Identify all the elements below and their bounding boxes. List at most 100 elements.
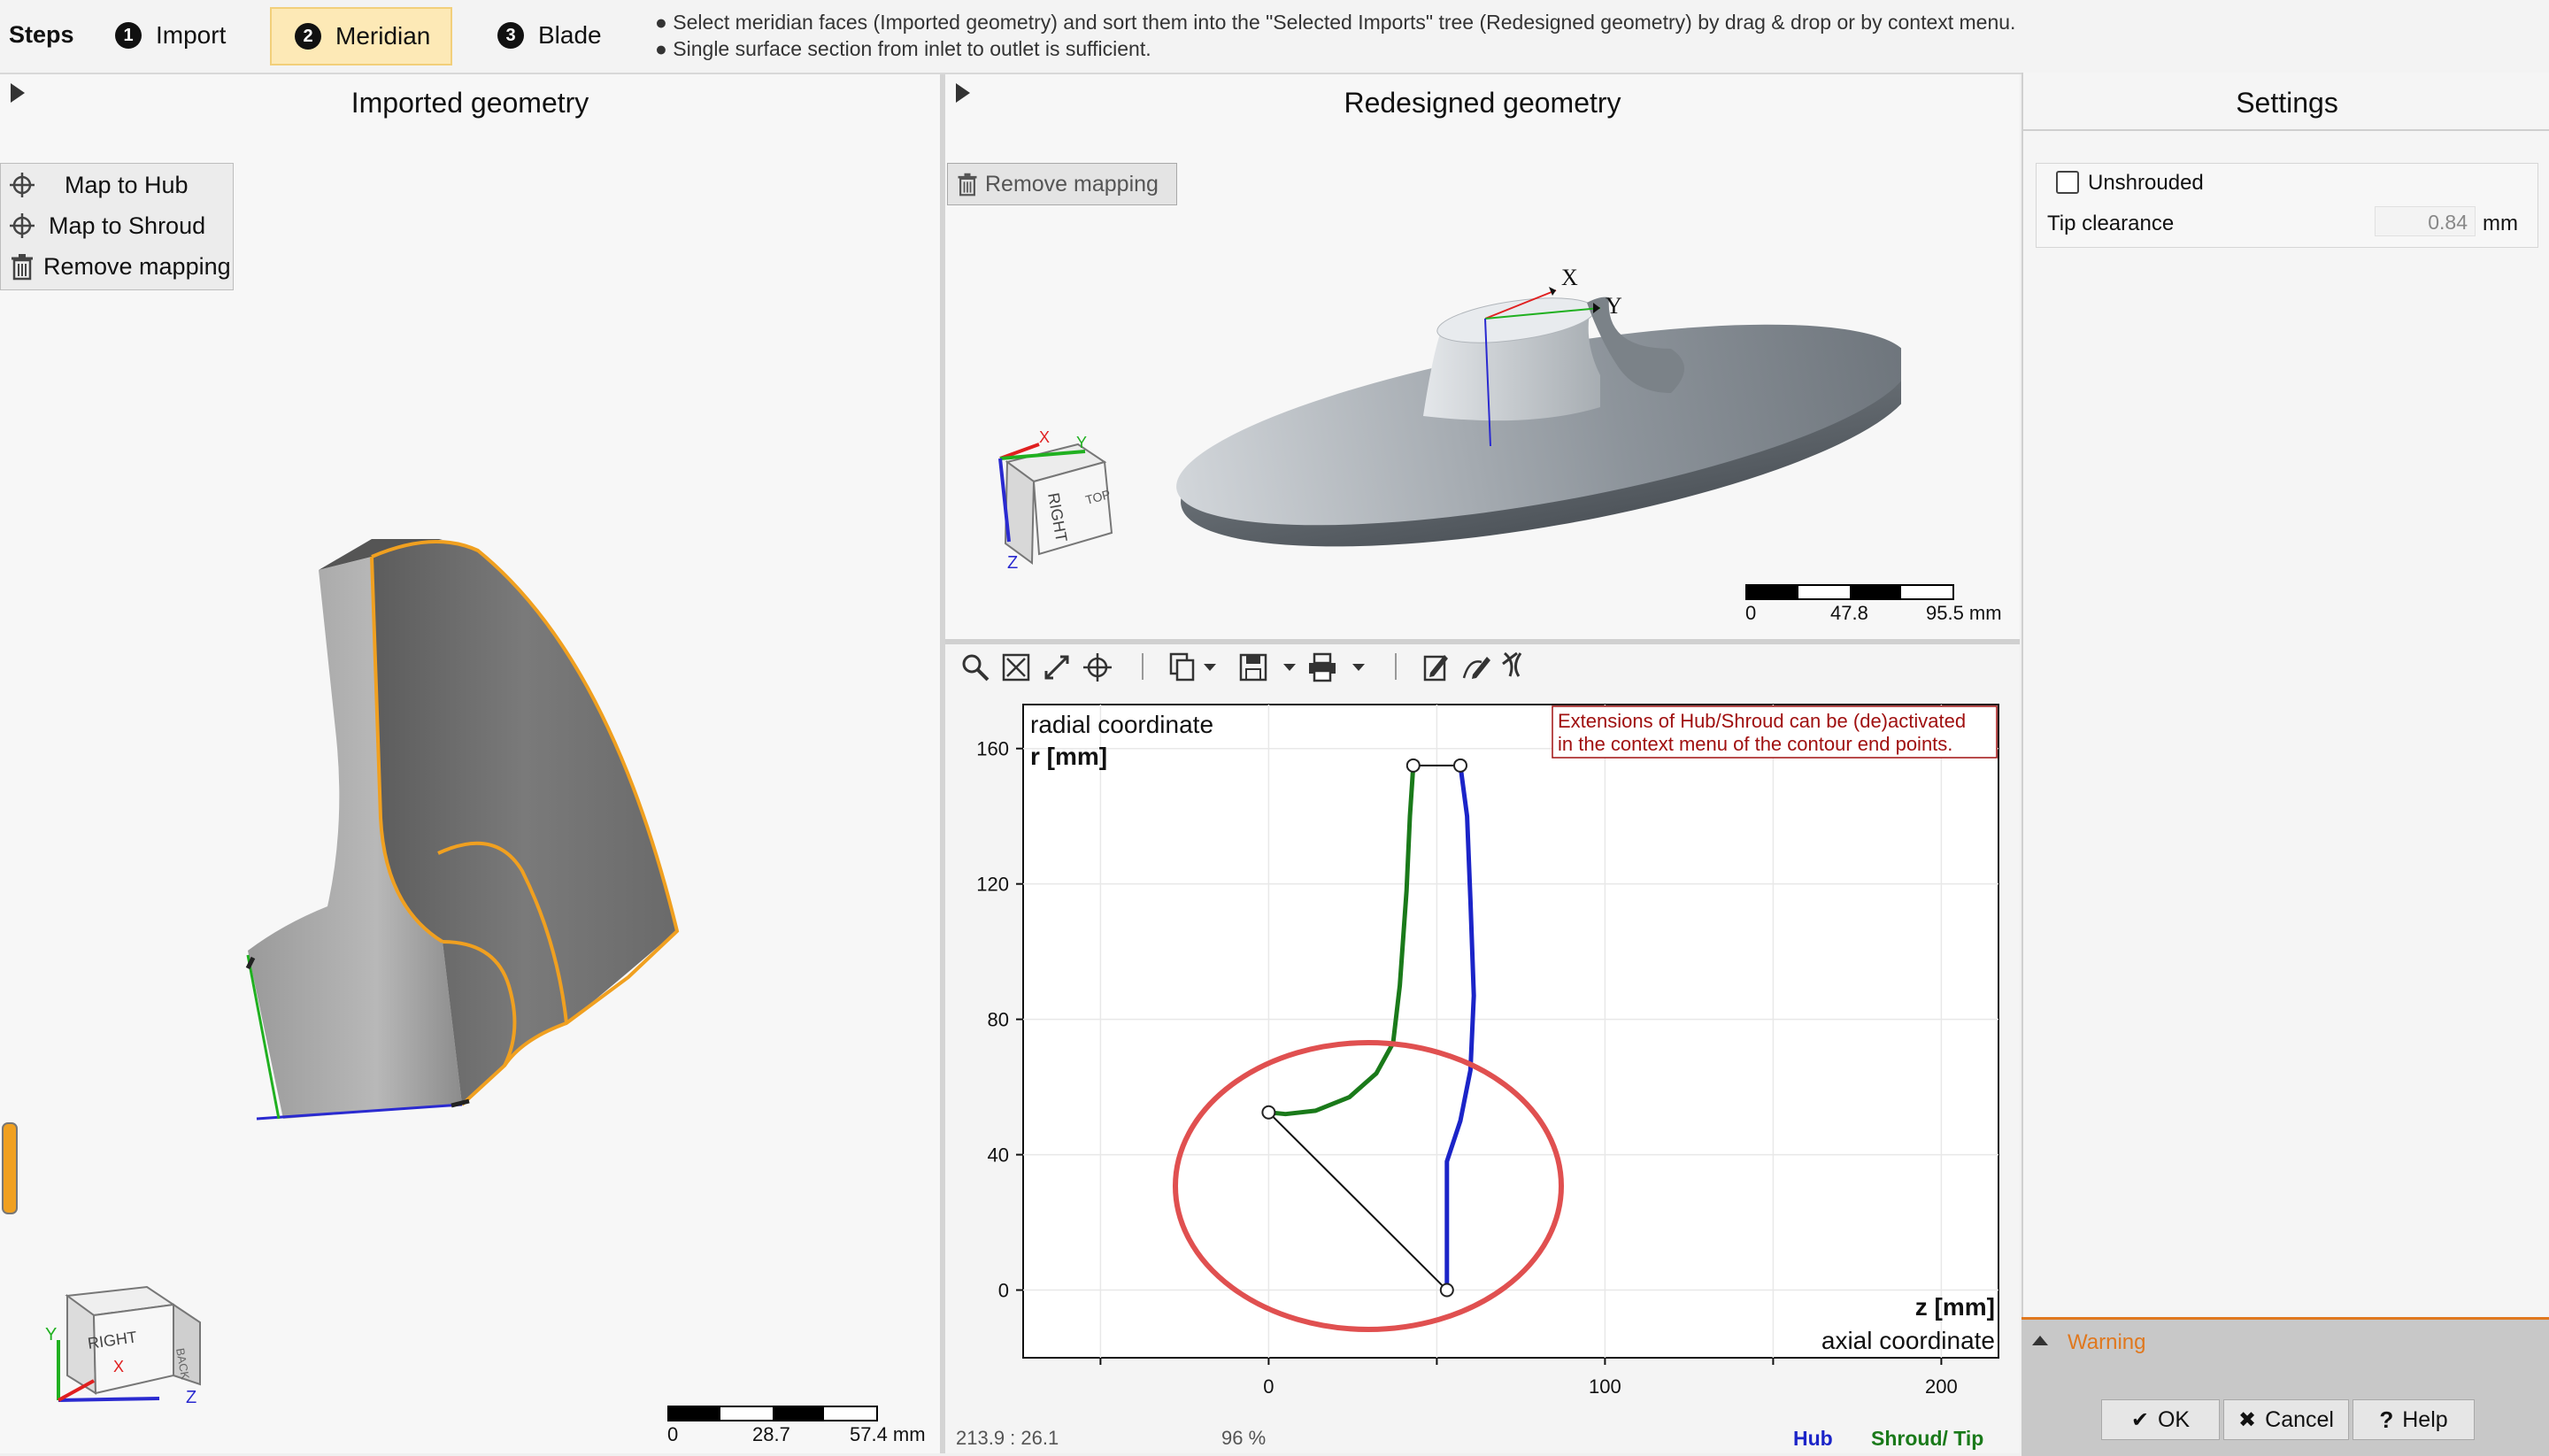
chevron-down-icon[interactable] (1283, 664, 1296, 671)
crosshair-icon (10, 173, 35, 197)
menu-item-label: Remove mapping (43, 252, 231, 280)
tick-label-y: 120 (976, 874, 1009, 896)
help-button[interactable]: ? Help (2353, 1399, 2475, 1440)
scale-label: 28.7 (752, 1423, 790, 1445)
copy-icon[interactable] (1167, 651, 1198, 683)
chevron-down-icon[interactable] (1204, 664, 1216, 671)
instruction-line: ● Select meridian faces (Imported geomet… (655, 11, 2016, 34)
trash-icon (12, 254, 33, 281)
axis-label-z: Z (1007, 553, 1018, 573)
button-label: Help (2402, 1406, 2448, 1432)
tip-clearance-label: Tip clearance (2047, 212, 2175, 235)
footer-panel: Warning ✔ OK ✖ Cancel ? Help (2021, 1317, 2549, 1456)
edit-curve-icon[interactable] (1460, 651, 1492, 683)
remove-mapping-button[interactable]: Remove mapping (947, 163, 1177, 205)
scale-bar (667, 1406, 878, 1421)
step-number: 1 (115, 22, 142, 49)
settings-group: Unshrouded Tip clearance 0.84 mm (2036, 163, 2538, 248)
mapping-context-menu: Map to Hub Map to Shroud Remove mapping (0, 163, 234, 290)
note-line: in the context menu of the contour end p… (1558, 733, 1952, 755)
view-slider-handle[interactable] (2, 1122, 18, 1214)
redesigned-part-model[interactable]: X Y (1140, 251, 1901, 623)
axis-label-x: X (113, 1358, 124, 1375)
meridian-plot-panel[interactable]: 0 40 80 120 160 0 100 200 radial coordinate r [… (945, 644, 2020, 1453)
y-axis-unit: r [mm] (1030, 743, 1107, 770)
unshrouded-checkbox[interactable] (2056, 171, 2079, 194)
settings-title: Settings (2236, 87, 2338, 119)
center-icon[interactable] (1082, 651, 1113, 683)
axis-label-x: X (1039, 428, 1050, 446)
help-icon: ? (2379, 1406, 2394, 1433)
tick-label-x: 200 (1925, 1375, 1958, 1398)
check-icon: ✔ (2130, 1407, 2149, 1432)
cancel-button[interactable]: ✖ Cancel (2223, 1399, 2349, 1440)
button-label: OK (2157, 1406, 2191, 1432)
chevron-up-icon[interactable] (2032, 1336, 2048, 1345)
meridian-chart[interactable]: 0 40 80 120 160 0 100 200 radial coordinate r [… (945, 689, 2020, 1453)
print-icon[interactable] (1306, 651, 1338, 683)
axis-label-y: Y (1076, 434, 1087, 451)
scale-bar (1745, 584, 1954, 600)
x-axis-title: axial coordinate (1821, 1327, 1995, 1354)
ok-button[interactable]: ✔ OK (2101, 1399, 2220, 1440)
plot-area[interactable] (1022, 704, 1999, 1359)
step-meridian[interactable]: 2 Meridian (270, 7, 452, 65)
map-to-hub-item[interactable]: Map to Hub (1, 166, 189, 204)
orientation-cube[interactable]: RIGHT BACK Y X Z (32, 1252, 218, 1420)
tick-label-y: 0 (998, 1280, 1009, 1302)
scale-label: 47.8 (1830, 602, 1868, 624)
step-blade[interactable]: 3 Blade (497, 7, 630, 64)
zoom-icon[interactable] (959, 651, 991, 683)
tick-label-y: 160 (976, 738, 1009, 760)
redesigned-geometry-panel[interactable]: Redesigned geometry Remove mapping X Y R… (945, 74, 2020, 641)
legend-hub: Hub (1793, 1427, 1833, 1450)
scissors-icon[interactable] (1499, 650, 1531, 682)
step-label: Import (156, 21, 227, 49)
menu-item-label: Map to Shroud (49, 212, 206, 239)
crosshair-icon (10, 213, 35, 238)
unshrouded-label: Unshrouded (2088, 171, 2204, 195)
scale-label: 0 (667, 1423, 679, 1445)
steps-toolbar: Steps 1 Import 2 Meridian 3 Blade ● Sele… (0, 0, 2549, 74)
axis-label-y: Y (1606, 293, 1622, 319)
edit-icon[interactable] (1420, 651, 1452, 683)
button-label: Cancel (2265, 1406, 2334, 1432)
map-to-shroud-item[interactable]: Map to Shroud (1, 206, 205, 245)
scale-label: 57.4 mm (850, 1423, 926, 1445)
axis-label-x: X (1561, 265, 1578, 290)
contour-end-point (1453, 758, 1467, 773)
imported-geometry-panel[interactable]: Imported geometry Map to Hub Map to Shro… (0, 74, 940, 1453)
fit-icon[interactable] (1000, 651, 1032, 683)
orientation-cube[interactable]: RIGHT TOP X Y Z (981, 420, 1149, 588)
step-label: Blade (538, 21, 602, 49)
contour-end-point (1261, 1105, 1276, 1120)
step-number: 3 (497, 22, 524, 49)
contour-end-point (1439, 1283, 1454, 1298)
chevron-down-icon[interactable] (1352, 664, 1365, 671)
tick-label-y: 40 (988, 1144, 1009, 1167)
axis-label-z: Z (186, 1388, 196, 1407)
plot-toolbar (945, 644, 2020, 689)
zoom-level: 96 % (1221, 1427, 1267, 1449)
scale-label: 0 (1745, 602, 1757, 624)
x-axis-unit: z [mm] (1915, 1293, 1995, 1321)
close-icon: ✖ (2238, 1407, 2257, 1432)
trash-icon (958, 173, 977, 196)
imported-part-model[interactable] (230, 446, 708, 1145)
settings-panel: Settings Unshrouded Tip clearance 0.84 m… (2021, 73, 2549, 1319)
tip-clearance-unit: mm (2483, 212, 2518, 235)
tick-label-x: 0 (1263, 1375, 1274, 1398)
contour-end-point (1405, 758, 1421, 773)
warning-label[interactable]: Warning (2068, 1330, 2145, 1355)
tick-label-x: 100 (1589, 1375, 1621, 1398)
y-axis-title: radial coordinate (1030, 711, 1213, 738)
cursor-coords: 213.9 : 26.1 (956, 1427, 1059, 1449)
panel-title: Redesigned geometry (1344, 87, 1621, 119)
zoom-drag-icon[interactable] (1041, 651, 1073, 683)
scale-label: 95.5 mm (1926, 602, 2002, 624)
legend-shroud: Shroud/ Tip (1871, 1427, 1984, 1450)
remove-mapping-item[interactable]: Remove mapping (1, 247, 231, 286)
tip-clearance-input[interactable]: 0.84 (2375, 206, 2476, 236)
save-icon[interactable] (1237, 651, 1269, 683)
step-import[interactable]: 1 Import (115, 7, 248, 64)
